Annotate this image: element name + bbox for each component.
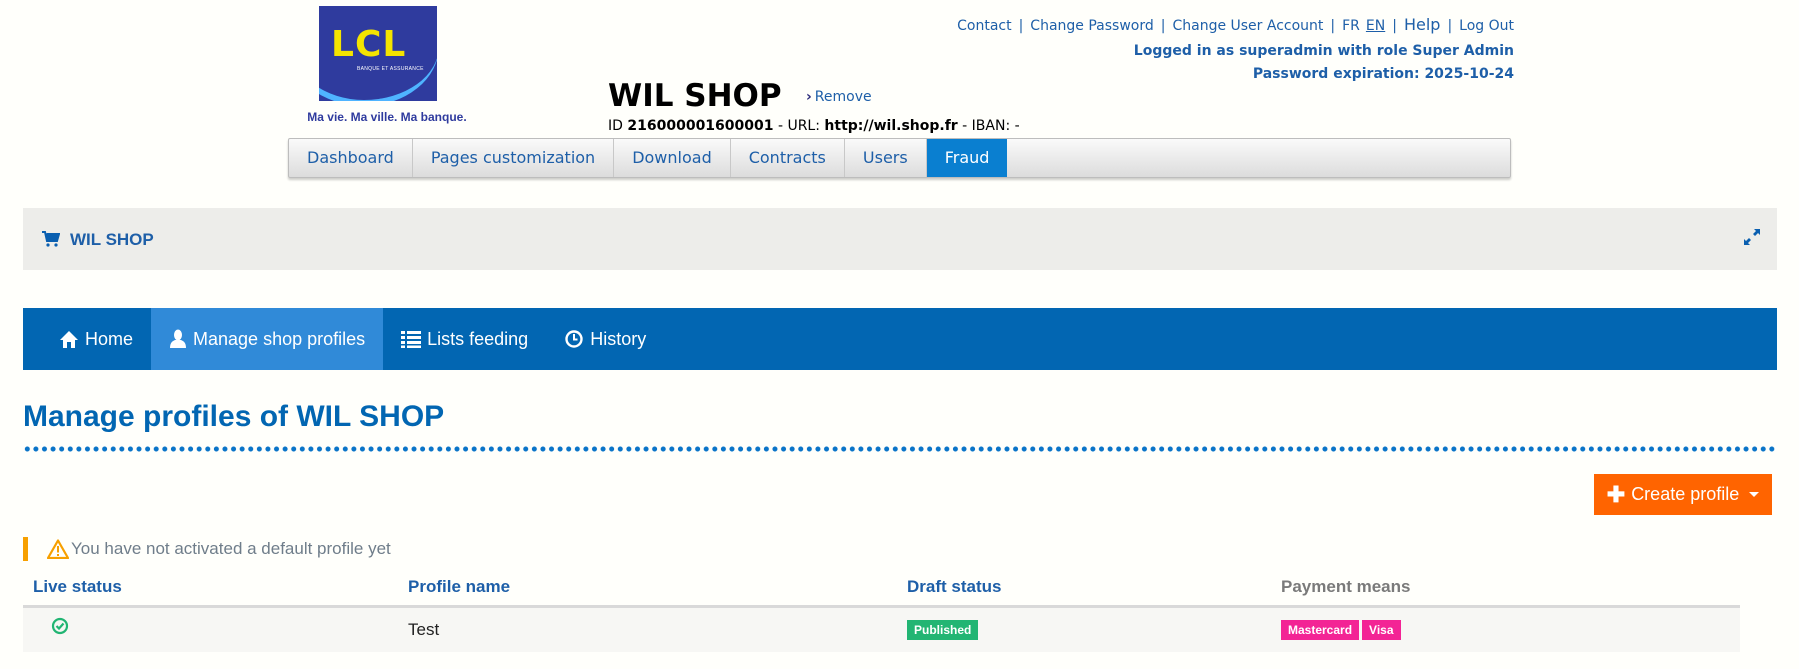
- home-icon: [60, 330, 78, 348]
- lang-en-link[interactable]: EN: [1366, 18, 1385, 34]
- iban-label: - IBAN: -: [962, 118, 1020, 134]
- dotted-divider: [23, 446, 1777, 452]
- help-link[interactable]: Help: [1404, 15, 1440, 34]
- tab-pages-customization[interactable]: Pages customization: [413, 139, 615, 177]
- check-circle-icon: [51, 617, 69, 635]
- clock-icon: [565, 330, 583, 348]
- profile-name-cell: Test: [408, 608, 439, 652]
- create-profile-label: Create profile: [1631, 484, 1740, 504]
- nav-home[interactable]: Home: [39, 308, 151, 370]
- separator: |: [1018, 18, 1024, 34]
- password-expiration-text: Password expiration: 2025-10-24: [1252, 66, 1514, 82]
- profiles-table: Live status Profile name Draft status Pa…: [23, 570, 1740, 652]
- plus-icon: ✚: [1606, 481, 1626, 507]
- published-badge: Published: [907, 620, 979, 640]
- separator: |: [1447, 18, 1453, 34]
- payment-badge-visa: Visa: [1362, 620, 1401, 640]
- payment-means-cell: Mastercard Visa: [1281, 608, 1404, 652]
- list-icon: [401, 331, 422, 348]
- top-links: Contact | Change Password | Change User Acco…: [957, 15, 1514, 34]
- payment-badge-mastercard: Mastercard: [1281, 620, 1360, 640]
- log-out-link[interactable]: Log Out: [1459, 18, 1514, 34]
- profile-name[interactable]: Test: [408, 620, 439, 640]
- nav-home-label: Home: [85, 328, 134, 349]
- column-draft-status[interactable]: Draft status: [907, 577, 1001, 597]
- warning-icon: [47, 539, 69, 559]
- shopping-cart-icon: [42, 231, 60, 247]
- shop-bar-name: WIL SHOP: [70, 230, 154, 249]
- column-profile-name[interactable]: Profile name: [408, 577, 510, 597]
- table-header: Live status Profile name Draft status Pa…: [23, 570, 1740, 608]
- tab-users[interactable]: Users: [845, 139, 927, 177]
- remove-label: Remove: [814, 89, 872, 105]
- change-user-account-link[interactable]: Change User Account: [1172, 18, 1323, 34]
- separator: |: [1160, 18, 1166, 34]
- user-info: Logged in as superadmin with role Super …: [1134, 40, 1514, 86]
- expand-icon[interactable]: [1741, 226, 1763, 248]
- nav-history[interactable]: History: [546, 308, 664, 370]
- change-password-link[interactable]: Change Password: [1030, 18, 1153, 34]
- live-status-cell: [51, 604, 69, 648]
- logo-mark: LCL BANQUE ET ASSURANCE: [319, 6, 437, 101]
- lang-fr-link[interactable]: FR: [1342, 18, 1360, 34]
- nav-history-label: History: [590, 328, 647, 349]
- contact-link[interactable]: Contact: [957, 18, 1011, 34]
- draft-status-cell: Published: [907, 608, 981, 652]
- url-value: http://wil.shop.fr: [824, 118, 958, 134]
- tab-fraud[interactable]: Fraud: [926, 139, 1008, 177]
- separator: |: [1330, 18, 1336, 34]
- column-live-status[interactable]: Live status: [33, 577, 122, 597]
- caret-down-icon: [1749, 492, 1760, 497]
- page-title: Manage profiles of WIL SHOP: [23, 400, 445, 433]
- shop-id-line: ID 216000001600001 - URL: http://wil.sho…: [608, 118, 1020, 134]
- column-payment-means: Payment means: [1281, 577, 1411, 596]
- create-profile-button[interactable]: ✚ Create profile: [1594, 474, 1772, 515]
- shop-title: WIL SHOP: [608, 78, 782, 114]
- default-profile-warning: You have not activated a default profile…: [23, 537, 391, 561]
- remove-link[interactable]: › Remove: [806, 89, 872, 105]
- main-nav: Home Manage shop profiles Lists feeding …: [23, 308, 1777, 370]
- logo-brand: LCL: [331, 24, 407, 65]
- chevron-right-icon: ›: [806, 89, 812, 105]
- id-label: ID: [608, 118, 623, 134]
- nav-lists-feeding[interactable]: Lists feeding: [383, 308, 546, 370]
- tab-dashboard[interactable]: Dashboard: [289, 139, 413, 177]
- nav-lists-feeding-label: Lists feeding: [427, 328, 529, 349]
- logo-tagline: Ma vie. Ma ville. Ma banque.: [307, 110, 467, 124]
- logo-subtitle: BANQUE ET ASSURANCE: [357, 66, 424, 72]
- logged-in-text: Logged in as superadmin with role Super …: [1133, 43, 1514, 59]
- table-row[interactable]: Test Published Mastercard Visa: [23, 608, 1740, 652]
- warning-text: You have not activated a default profile…: [71, 539, 391, 558]
- top-tabs: Dashboard Pages customization Download C…: [288, 138, 1511, 178]
- shop-bar: WIL SHOP: [23, 208, 1777, 270]
- separator: |: [1392, 18, 1397, 34]
- url-label: - URL:: [777, 118, 820, 134]
- tab-download[interactable]: Download: [614, 139, 731, 177]
- user-icon: [170, 329, 187, 348]
- warning-bar: [23, 537, 28, 561]
- tab-contracts[interactable]: Contracts: [731, 139, 845, 177]
- nav-manage-shop-profiles[interactable]: Manage shop profiles: [151, 308, 384, 370]
- nav-manage-shop-profiles-label: Manage shop profiles: [193, 328, 366, 349]
- id-value: 216000001600001: [627, 118, 774, 134]
